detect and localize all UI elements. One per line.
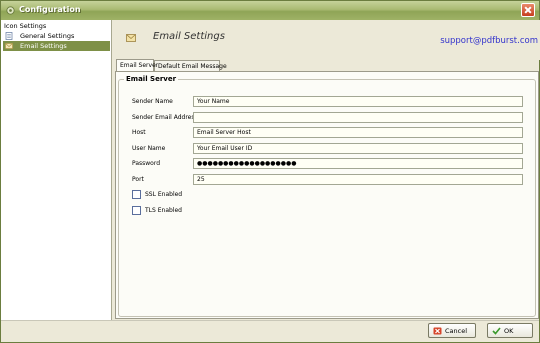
sender-name-input[interactable] — [193, 96, 523, 107]
tls-enabled-checkbox[interactable] — [132, 206, 141, 215]
cancel-button-label: Cancel — [445, 327, 468, 335]
cancel-button[interactable]: Cancel — [428, 323, 476, 338]
settings-header: Email Settings support@pdfburst.com — [113, 20, 540, 60]
tab-default-email-message[interactable]: Default Email Message — [154, 60, 227, 71]
settings-sidebar: Icon Settings General Settings Email Set… — [1, 20, 112, 321]
user-name-label: User Name — [132, 145, 166, 152]
sidebar-heading: Icon Settings — [4, 22, 47, 30]
configuration-window: Configuration Icon Settings General Sett… — [0, 0, 540, 343]
tls-enabled-label: TLS Enabled — [145, 207, 182, 214]
title-bar[interactable]: Configuration — [1, 1, 539, 20]
gear-icon — [6, 6, 15, 15]
envelope-icon — [126, 34, 136, 42]
sender-email-label: Sender Email Address — [132, 114, 198, 121]
sidebar-item-general-settings[interactable]: General Settings — [3, 31, 110, 41]
close-button[interactable] — [521, 3, 535, 17]
checkmark-icon — [492, 327, 501, 335]
sidebar-item-label: Email Settings — [20, 42, 67, 50]
document-icon — [5, 32, 13, 40]
sender-name-label: Sender Name — [132, 98, 173, 105]
sender-email-input[interactable] — [193, 112, 523, 123]
user-name-input[interactable] — [193, 143, 523, 154]
window-title: Configuration — [19, 5, 81, 14]
group-title: Email Server — [124, 75, 179, 83]
host-input[interactable] — [193, 127, 523, 138]
sidebar-item-email-settings[interactable]: Email Settings — [3, 41, 110, 51]
password-label: Password — [132, 160, 161, 167]
support-email-link[interactable]: support@pdfburst.com — [440, 36, 538, 46]
port-input[interactable] — [193, 174, 523, 185]
cancel-icon — [433, 327, 442, 335]
password-input[interactable] — [193, 158, 523, 169]
ok-button-label: OK — [504, 327, 514, 335]
tab-email-server[interactable]: Email Server — [116, 59, 158, 71]
ssl-enabled-checkbox[interactable] — [132, 190, 141, 199]
ssl-enabled-label: SSL Enabled — [145, 191, 183, 198]
host-label: Host — [132, 129, 146, 136]
port-label: Port — [132, 176, 144, 183]
sidebar-item-label: General Settings — [20, 32, 75, 40]
envelope-icon — [5, 43, 13, 49]
page-title: Email Settings — [153, 31, 225, 42]
ok-button[interactable]: OK — [487, 323, 533, 338]
